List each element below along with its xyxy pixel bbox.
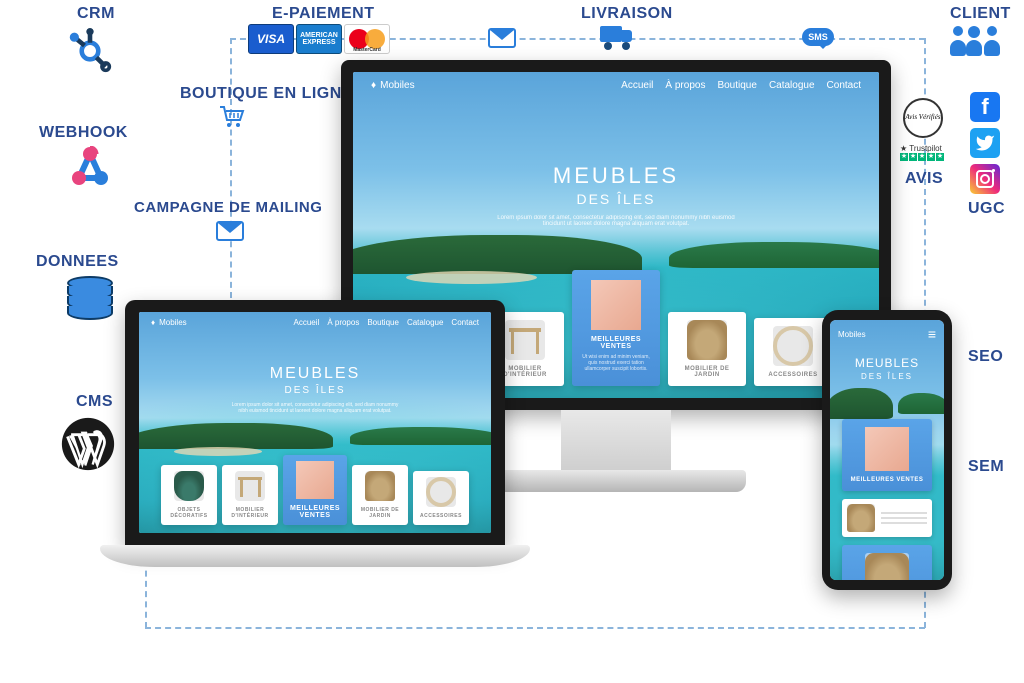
category-card[interactable]: OBJETS DÉCORATIFS: [161, 465, 217, 525]
clients-icon: [950, 26, 1000, 56]
label-donnees: DONNEES: [36, 253, 119, 271]
label-avis: AVIS: [905, 170, 943, 188]
hero-text: Lorem ipsum dolor sit amet, consectetur …: [486, 215, 746, 227]
flow-line: [145, 627, 925, 629]
category-card[interactable]: MOBILIER DE JARDIN: [352, 465, 408, 525]
flow-line: [230, 38, 232, 298]
nav-link[interactable]: Boutique: [717, 80, 756, 91]
laptop-mockup: ♦ Mobiles AccueilÀ proposBoutiqueCatalog…: [100, 300, 530, 567]
nav-link[interactable]: Catalogue: [769, 80, 815, 91]
label-seo: SEO: [968, 348, 1003, 366]
category-card[interactable]: ACCESSOIRES: [754, 318, 832, 386]
nav-link[interactable]: Contact: [827, 80, 861, 91]
amex-card-icon: AMERICAN EXPRESS: [296, 24, 342, 54]
trustpilot-badge: ★ Trustpilot ★★★★★: [900, 144, 948, 161]
category-card-featured[interactable]: MEILLEURES VENTES: [283, 455, 347, 525]
site-nav[interactable]: Accueil À propos Boutique Catalogue Cont…: [621, 80, 861, 91]
category-card-featured[interactable]: MEILLEURES VENTES: [842, 419, 932, 491]
site-nav[interactable]: AccueilÀ proposBoutiqueCatalogueContact: [294, 318, 479, 327]
site-logo[interactable]: Mobiles: [838, 330, 866, 339]
sms-icon: SMS: [802, 28, 834, 46]
label-boutique: BOUTIQUE EN LIGNE: [180, 85, 353, 103]
category-card[interactable]: MOBILIER D'INTÉRIEUR: [222, 465, 278, 525]
label-ugc: UGC: [968, 200, 1005, 218]
phone-mockup: Mobiles ≡ MEUBLES DES ÎLES MEILLEURES VE…: [822, 310, 952, 590]
label-epaiement: E-PAIEMENT: [272, 5, 374, 23]
mail-icon-campagne: [216, 221, 244, 241]
site-logo[interactable]: ♦ Mobiles: [371, 80, 415, 91]
hero-subtitle: DES ÎLES: [486, 191, 746, 207]
label-client: CLIENT: [950, 5, 1011, 23]
cart-icon: [218, 105, 246, 129]
facebook-icon: f: [970, 92, 1000, 122]
twitter-icon: [970, 128, 1000, 158]
payment-cards: VISA AMERICAN EXPRESS MasterCard: [248, 24, 390, 54]
truck-icon: [600, 26, 636, 48]
mastercard-icon: MasterCard: [344, 24, 390, 54]
label-webhook: WEBHOOK: [39, 124, 128, 142]
nav-link[interactable]: Accueil: [621, 80, 653, 91]
category-card[interactable]: MOBILIER DE JARDIN: [842, 545, 932, 580]
label-campagne: CAMPAGNE DE MAILING: [134, 199, 322, 216]
hero-title: MEUBLES: [486, 163, 746, 189]
site-logo[interactable]: ♦ Mobiles: [151, 318, 187, 327]
visa-card-icon: VISA: [248, 24, 294, 54]
instagram-icon: [970, 164, 1000, 194]
hamburger-icon[interactable]: ≡: [928, 326, 936, 342]
mail-icon: [488, 28, 516, 48]
webhook-icon: [65, 146, 115, 196]
label-crm: CRM: [77, 5, 115, 23]
category-card[interactable]: ACCESSOIRES: [413, 471, 469, 525]
label-sem: SEM: [968, 458, 1004, 476]
category-card-featured[interactable]: MEILLEURES VENTESUt wisi enim ad minim v…: [572, 270, 660, 386]
category-card[interactable]: [842, 499, 932, 537]
hubspot-icon: [67, 28, 113, 74]
avis-verifies-badge: Avis Vérifiés: [903, 98, 943, 138]
nav-link[interactable]: À propos: [665, 80, 705, 91]
category-card[interactable]: MOBILIER DE JARDIN: [668, 312, 746, 386]
label-livraison: LIVRAISON: [581, 5, 673, 23]
